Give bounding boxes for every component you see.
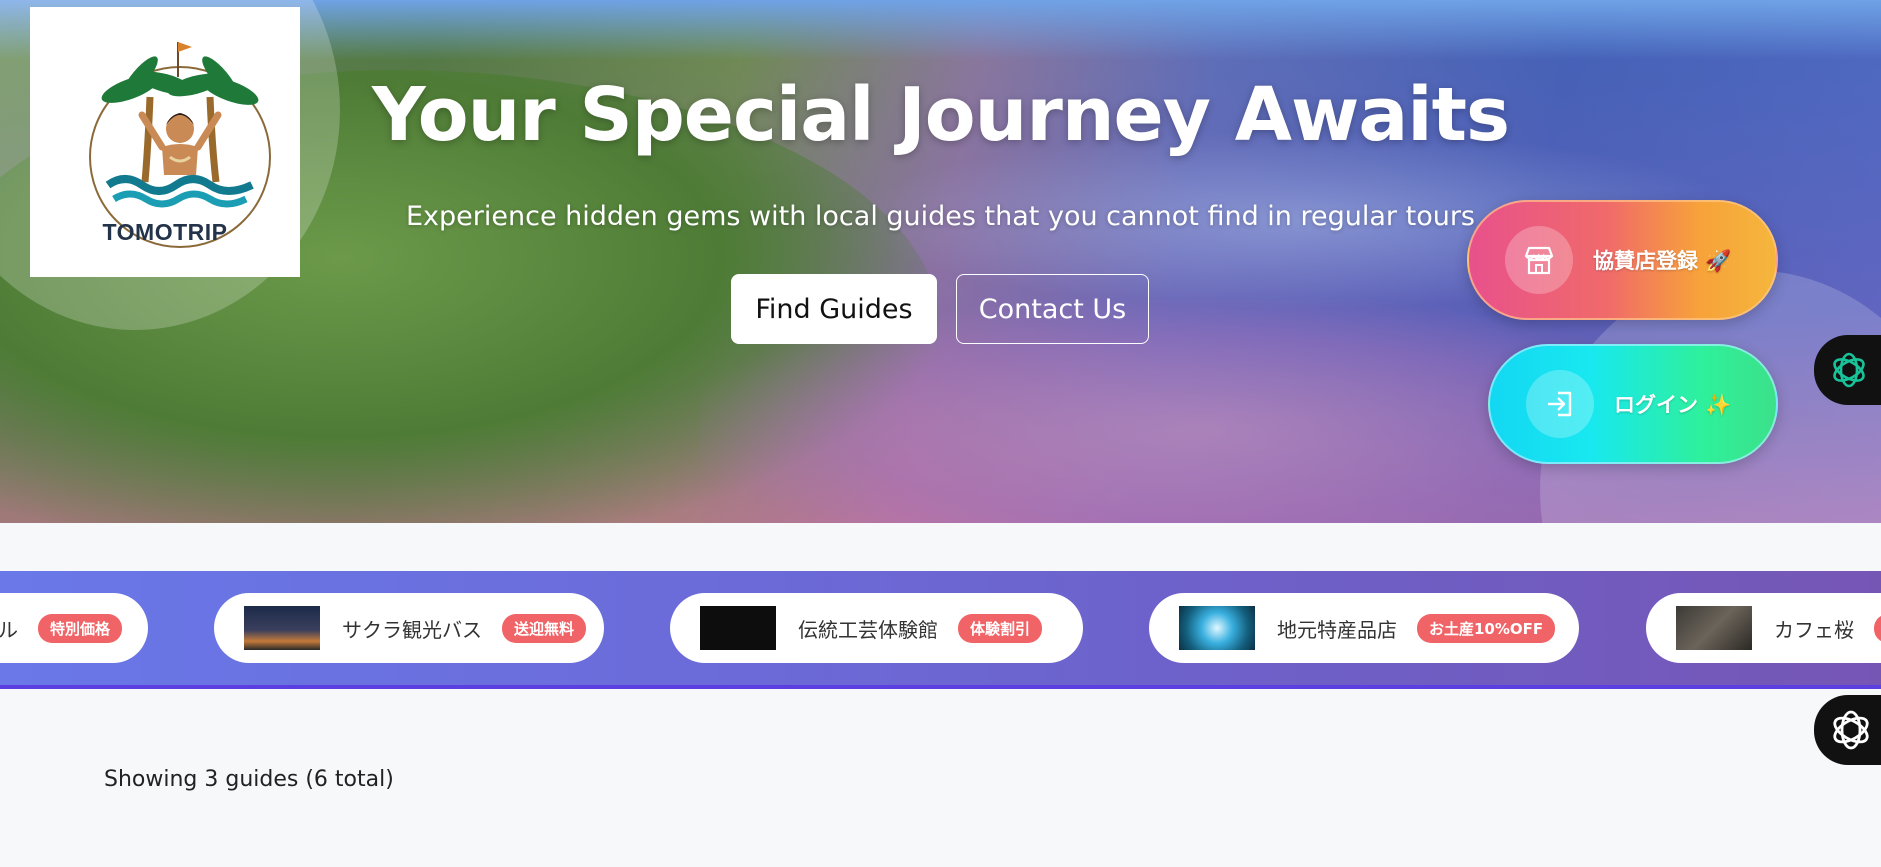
openai-icon [1833,352,1865,388]
store-icon [1505,226,1573,294]
sponsor-thumbnail [700,606,776,650]
logo-text: TOMOTRIP [102,219,228,245]
sponsor-name: 地元特産品店 [1277,617,1397,642]
sponsor-badge: 送迎無料 [502,613,587,643]
ai-assistant-button[interactable] [1814,335,1881,405]
sponsor-thumbnail [1676,606,1752,650]
guide-results-summary: Showing 3 guides (6 total) [104,767,394,792]
login-label: ログイン ✨ [1614,393,1732,417]
sponsor-badge: ド [1874,613,1881,643]
sponsor-name: カフェ桜 [1774,617,1854,642]
ai-chat-button[interactable] [1814,695,1881,765]
sponsor-name: 伝統工芸体験館 [798,617,938,642]
sponsor-card[interactable]: 地元特産品店 お土産10%OFF [1149,593,1579,663]
sponsor-badge: 特別価格 [38,613,123,643]
login-button[interactable]: ログイン ✨ [1488,344,1778,464]
sponsor-thumbnail [1179,606,1255,650]
sponsor-carousel: ル 特別価格 サクラ観光バス 送迎無料 伝統工芸体験館 体験割引 地元特産品店 … [0,571,1881,689]
sponsor-badge: 体験割引 [958,613,1043,643]
sponsor-badge: お土産10%OFF [1417,613,1556,643]
sponsor-register-button[interactable]: 協賛店登録 🚀 [1467,200,1778,320]
find-guides-button[interactable]: Find Guides [731,274,937,344]
sponsor-name: サクラ観光バス [342,617,482,642]
tomotrip-logo[interactable]: TOMOTRIP [30,7,300,277]
sponsor-card[interactable]: サクラ観光バス 送迎無料 [214,593,604,663]
contact-us-button[interactable]: Contact Us [956,274,1149,344]
sponsor-card[interactable]: 伝統工芸体験館 体験割引 [670,593,1083,663]
sponsor-card[interactable]: カフェ桜 ド [1646,593,1881,663]
sponsor-name: ル [0,617,18,642]
sign-in-icon [1526,370,1594,438]
openai-icon [1833,710,1869,750]
sponsor-thumbnail [244,606,320,650]
sponsor-card[interactable]: ル 特別価格 [0,593,148,663]
sponsor-register-label: 協賛店登録 🚀 [1593,249,1732,273]
